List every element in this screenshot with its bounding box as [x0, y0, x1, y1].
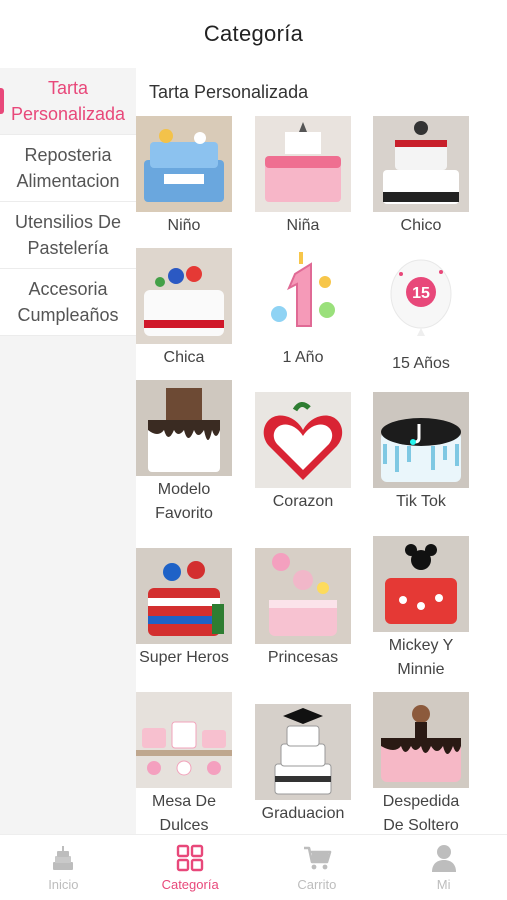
cake-thumbnail: [136, 548, 232, 644]
category-item[interactable]: 15 15 Años: [373, 254, 469, 376]
cake-thumbnail: [255, 116, 351, 212]
tab-categoria[interactable]: Categoría: [127, 835, 254, 900]
tab-label: Carrito: [297, 877, 337, 892]
cake-thumbnail: [136, 692, 232, 788]
grid-icon: [176, 844, 204, 872]
category-label: Graduacion: [261, 805, 345, 822]
cake-photo-icon: [255, 248, 351, 344]
category-item[interactable]: Super Heros: [136, 548, 232, 670]
category-item[interactable]: Corazon: [255, 392, 351, 514]
category-label: Chico: [400, 217, 442, 234]
cake-thumbnail: [136, 248, 232, 344]
svg-text:15: 15: [412, 285, 430, 302]
cake-photo-icon: [373, 392, 469, 488]
sidebar-item-tarta-personalizada[interactable]: Tarta Personalizada: [0, 68, 136, 135]
category-item[interactable]: 1 Año: [255, 248, 351, 370]
category-item[interactable]: Chico: [373, 116, 469, 238]
category-item[interactable]: Modelo Favorito: [136, 380, 232, 526]
category-label: Despedida De Soltero: [382, 793, 460, 834]
cake-photo-icon: [373, 692, 469, 788]
tab-inicio[interactable]: Inicio: [0, 835, 127, 900]
category-label: Niña: [286, 217, 320, 234]
category-sidebar: Tarta Personalizada Reposteria Alimentac…: [0, 68, 136, 834]
category-item[interactable]: Despedida De Soltero: [373, 692, 469, 834]
cake-photo-icon: [255, 704, 351, 800]
cake-photo-icon: [255, 392, 351, 488]
top-header: Categoría: [0, 0, 507, 68]
cake-photo-icon: [255, 548, 351, 644]
category-label: Super Heros: [139, 649, 229, 666]
category-label: Modelo Favorito: [155, 481, 213, 522]
cake-photo-icon: [136, 692, 232, 788]
sidebar-item-accesoria[interactable]: Accesoria Cumpleaños: [0, 269, 136, 336]
cake-thumbnail: [255, 704, 351, 800]
category-label: 1 Año: [282, 349, 324, 366]
cart-icon: [303, 846, 332, 870]
cake-photo-icon: [136, 116, 232, 212]
category-label: Princesas: [267, 649, 339, 666]
cake-thumbnail: [255, 248, 351, 344]
cake-thumbnail: [255, 392, 351, 488]
cake-photo-icon: [136, 248, 232, 344]
cake-photo-icon: [136, 548, 232, 644]
cake-thumbnail: [373, 536, 469, 632]
tab-label: Inicio: [48, 877, 79, 892]
category-item[interactable]: Niña: [255, 116, 351, 238]
page-title: Categoría: [203, 21, 304, 46]
section-title: Tarta Personalizada: [149, 81, 309, 102]
category-label: Mesa De Dulces: [151, 793, 217, 834]
cake-thumbnail: [255, 548, 351, 644]
category-item[interactable]: Mesa De Dulces: [136, 692, 232, 834]
cake-photo-icon: [373, 536, 469, 632]
tab-carrito[interactable]: Carrito: [254, 835, 381, 900]
tab-mi[interactable]: Mi: [380, 835, 507, 900]
cake-icon: [53, 846, 74, 870]
sidebar-item-label: Utensilios De Pastelería: [14, 212, 122, 258]
category-item[interactable]: Niño: [136, 116, 232, 238]
category-label: Niño: [167, 217, 201, 234]
cake-thumbnail: 15: [373, 254, 469, 350]
cake-photo-icon: [373, 116, 469, 212]
category-label: Corazon: [272, 493, 334, 510]
category-item[interactable]: Princesas: [255, 548, 351, 670]
cake-photo-icon: [136, 380, 232, 476]
category-item[interactable]: Mickey Y Minnie: [373, 536, 469, 682]
sidebar-item-utensilios[interactable]: Utensilios De Pastelería: [0, 202, 136, 269]
category-item[interactable]: Graduacion: [255, 704, 351, 826]
category-item[interactable]: Tik Tok: [373, 392, 469, 514]
category-label: 15 Años: [392, 355, 450, 372]
sidebar-item-label: Tarta Personalizada: [10, 78, 126, 124]
category-label: Chica: [163, 349, 205, 366]
category-content: Tarta Personalizada Niño Niña Chico Chica 1 …: [136, 68, 507, 834]
cake-thumbnail: [373, 116, 469, 212]
sidebar-item-label: Reposteria Alimentacion: [16, 145, 120, 191]
cake-thumbnail: [373, 692, 469, 788]
sidebar-item-label: Accesoria Cumpleaños: [17, 279, 119, 325]
bottom-tab-bar: Inicio Categoría Carrito Mi: [0, 834, 507, 900]
cake-photo-icon: 15: [373, 254, 469, 350]
cake-thumbnail: [136, 380, 232, 476]
category-item[interactable]: Chica: [136, 248, 232, 370]
category-label: Tik Tok: [396, 493, 446, 510]
user-icon: [431, 845, 456, 872]
cake-photo-icon: [255, 116, 351, 212]
cake-thumbnail: [136, 116, 232, 212]
sidebar-item-reposteria[interactable]: Reposteria Alimentacion: [0, 135, 136, 202]
tab-label: Mi: [436, 877, 451, 892]
tab-label: Categoría: [161, 877, 219, 892]
category-label: Mickey Y Minnie: [388, 637, 454, 678]
cake-thumbnail: [373, 392, 469, 488]
